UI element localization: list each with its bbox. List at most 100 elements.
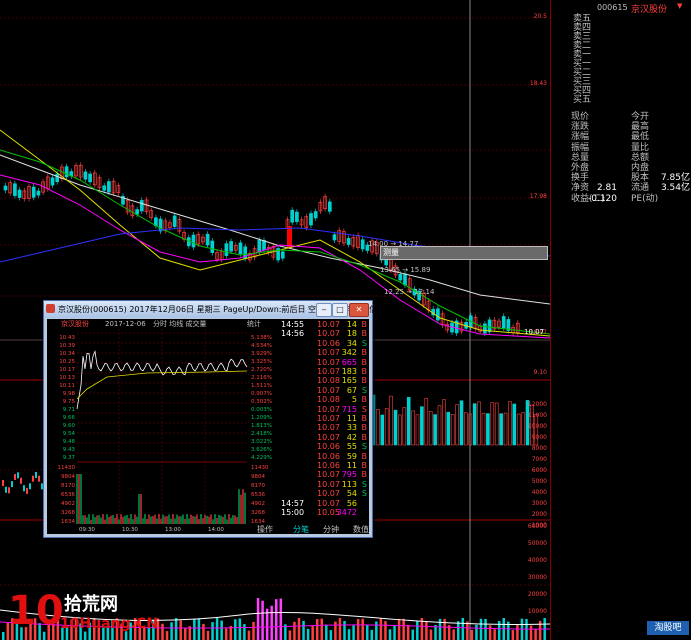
tick-time: 15:00 — [281, 508, 305, 517]
indicator-bar — [457, 621, 460, 640]
tab-values[interactable]: 数值 — [353, 524, 369, 535]
tick-volume: 59 — [346, 451, 357, 461]
candle-body — [172, 215, 177, 227]
tick-price: 10.06 — [317, 451, 340, 461]
maximize-icon[interactable]: □ — [332, 303, 348, 317]
volume-bar — [442, 399, 446, 446]
indicator-bar — [234, 619, 237, 640]
candle-body — [3, 185, 8, 191]
tick-price: 10.06 — [317, 338, 340, 348]
stat-label: 现价 — [571, 112, 590, 122]
candle-body — [238, 242, 243, 255]
tick-row: 10.07 795 B — [277, 470, 369, 479]
volume-bar — [455, 404, 459, 446]
popup-vol-label: 6536 — [61, 492, 75, 498]
volume-bar — [380, 414, 385, 446]
tick-price: 10.07 — [317, 489, 340, 499]
price-axis-label: 18.43 — [530, 80, 547, 87]
range-label-b: 13.65 → 15.89 — [380, 266, 431, 274]
quote-stat-row: 振幅 量比 — [551, 143, 691, 153]
tick-row: 14:57 10.07 56 — [277, 499, 369, 508]
candle-body — [139, 200, 144, 212]
popup-vol-label: 9804 — [61, 474, 75, 480]
highlight-candle — [287, 226, 292, 248]
tick-price: 10.07 — [317, 498, 340, 508]
volume-bar — [402, 407, 407, 446]
tick-price: 10.07 — [317, 423, 340, 433]
popup-vol-label: 3268 — [251, 510, 265, 516]
indicator-bar — [402, 618, 405, 640]
indicator-bar — [206, 630, 210, 640]
popup-vol-label: 3268 — [61, 510, 75, 516]
volume-bar — [450, 414, 455, 446]
popup-pct-label: 3.929% — [251, 351, 272, 357]
popup-pct-label: 3.325% — [251, 359, 272, 365]
volume-axis-label: 10000 — [528, 423, 547, 430]
tick-row: 10.07 42 B — [277, 433, 369, 442]
popup-pct-label: 2.720% — [251, 367, 272, 373]
indicator-bar — [361, 618, 364, 640]
stat-label: 总量 — [571, 152, 590, 163]
volume-axis-label: 12000 — [528, 401, 547, 408]
indicator-bar — [334, 621, 337, 640]
volume-bar — [433, 414, 437, 446]
close-icon[interactable]: ✕ — [349, 303, 369, 317]
popup-vol-label: 9804 — [251, 474, 265, 480]
popup-price-label: 10.34 — [59, 351, 75, 357]
volume-bar — [23, 485, 25, 492]
tick-row: 14:55 10.07 14 B — [277, 320, 369, 329]
candle-body — [36, 190, 41, 196]
indicator-bar — [275, 599, 278, 640]
tick-price: 10.07 — [317, 432, 340, 442]
quote-panel: 000615 京汉股份 ▼ 卖五 卖四 卖三 卖二 卖一 买一 买二 买三 买四 买五 现价 今开涨… — [550, 0, 691, 640]
candle-body — [13, 183, 17, 196]
indicator-bar — [2, 632, 5, 640]
popup-titlebar[interactable]: 京汉股份(000615) 2017年12月06日 星期三 PageUp/Down… — [44, 301, 389, 318]
indicator-bar — [170, 622, 173, 640]
candle-body — [135, 209, 139, 215]
stat-label: 最高 — [631, 122, 650, 133]
indicator-bar — [388, 629, 392, 640]
tick-row: 10.07 54 S — [277, 489, 369, 498]
indicator-bar — [529, 625, 533, 640]
stat-label: 总额 — [631, 152, 650, 163]
candle-body — [229, 241, 233, 252]
indicator-bar — [493, 629, 496, 640]
tick-row: 10.07 183 B — [277, 367, 369, 376]
candle-body — [205, 233, 210, 246]
tick-direction: S — [361, 489, 367, 499]
tick-volume: 33 — [346, 423, 357, 433]
range-label-c: 12.25 → 12.14 — [384, 288, 435, 296]
tab-operate[interactable]: 操作 — [257, 524, 273, 535]
popup-price-label: 9.75 — [63, 399, 76, 405]
indicator-axis-label: 20000 — [528, 591, 547, 598]
intraday-popup-window[interactable]: 京汉股份(000615) 2017年12月06日 星期三 PageUp/Down… — [43, 300, 389, 538]
indicator-axis-label: 10000 — [528, 608, 547, 615]
tab-minutes[interactable]: 分钟 — [323, 524, 339, 535]
order-book-row[interactable]: 买五 — [551, 95, 691, 105]
indicator-bar — [356, 618, 360, 640]
tick-direction: S — [361, 385, 367, 395]
popup-price-label: 9.60 — [63, 423, 76, 429]
indicator-bar — [406, 624, 410, 640]
indicator-bar — [243, 624, 246, 640]
volume-axis-label: 5000 — [532, 478, 547, 485]
indicator-bar — [252, 621, 255, 640]
volume-bar — [411, 410, 415, 446]
indicator-bar — [174, 618, 178, 640]
minimize-icon[interactable]: ‒ — [316, 303, 332, 317]
tab-ticks[interactable]: 分笔 — [293, 524, 309, 535]
candle-body — [55, 173, 60, 183]
measure-box[interactable]: 测量 — [380, 246, 548, 260]
popup-pct-label: 3.626% — [251, 447, 272, 453]
candle-body — [210, 240, 215, 253]
tick-price: 10.07 — [317, 329, 340, 339]
indicator-bar — [375, 621, 378, 640]
price-axis-label: 20.5 — [534, 13, 548, 20]
tick-direction: S — [361, 442, 367, 452]
intraday-chart[interactable]: 10.43 10.39 10.34 10.25 10.17 10.13 10.11 9.98 9… — [47, 319, 277, 534]
tick-row: 10.07 11 B — [277, 414, 369, 423]
quote-stat-row: 现价 今开 — [551, 112, 691, 122]
indicator-bar — [211, 622, 214, 640]
indicator-bar — [343, 620, 346, 640]
